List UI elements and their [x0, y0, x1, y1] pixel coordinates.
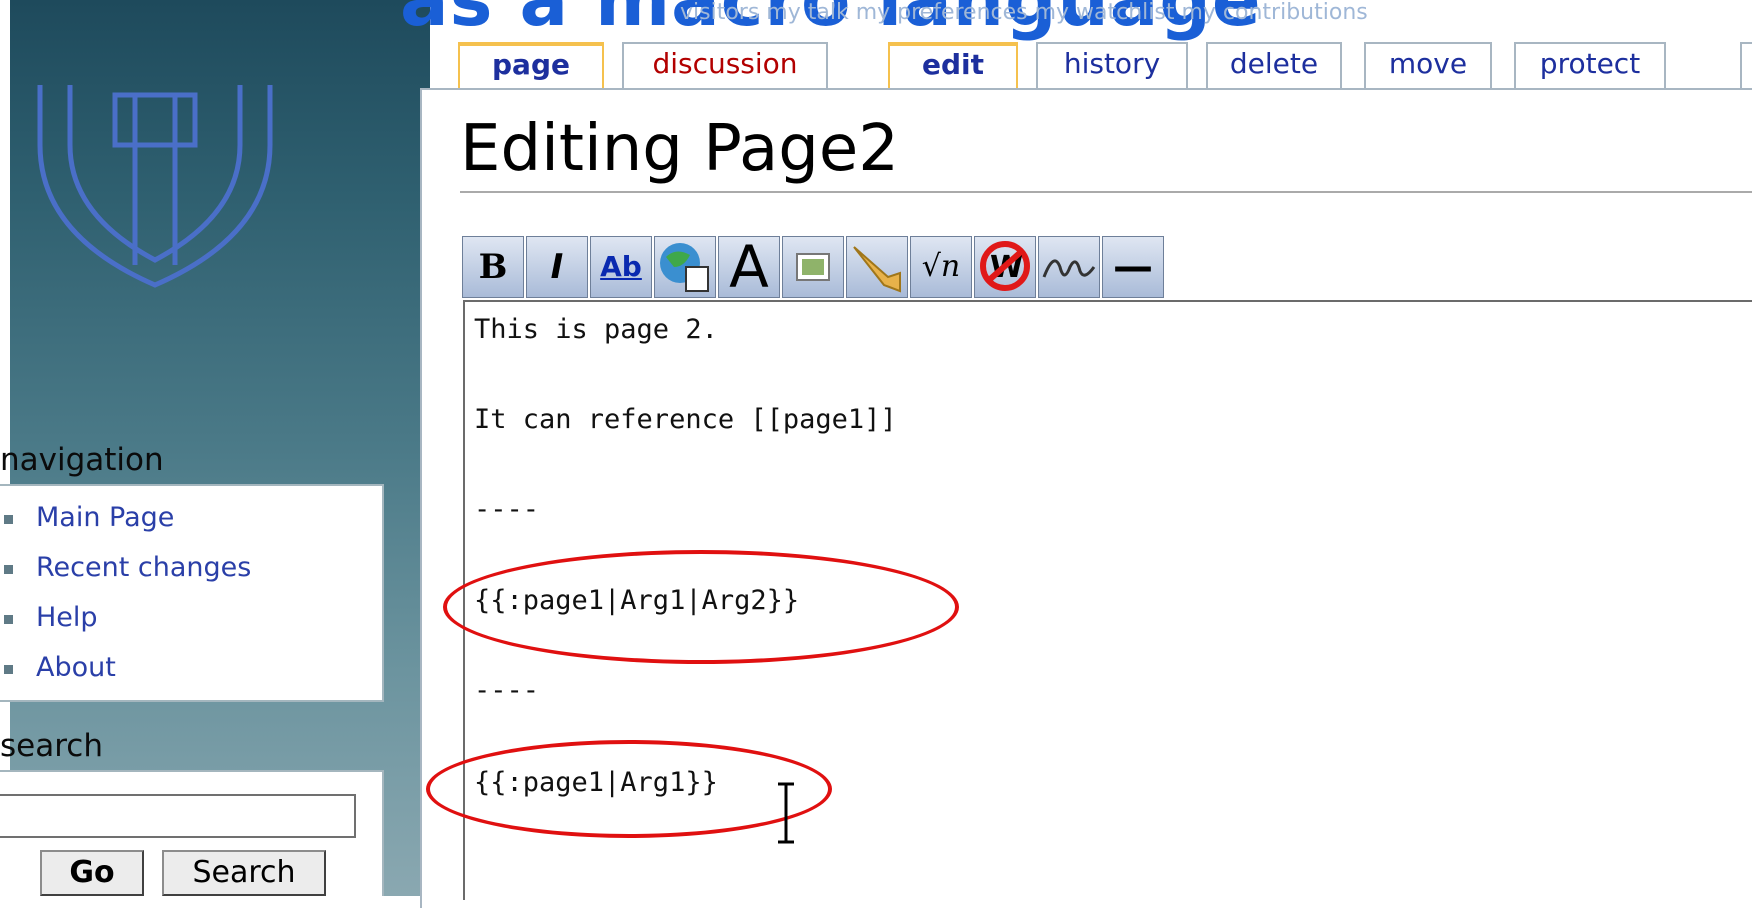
nav-item-main-page[interactable]: Main Page: [0, 502, 382, 552]
signature-button[interactable]: [1038, 236, 1100, 298]
bullet-icon: [4, 615, 13, 624]
navigation-box: Main Page Recent changes Help About: [0, 484, 384, 702]
search-box: Go Search: [0, 770, 384, 896]
internal-link-button[interactable]: Ab: [590, 236, 652, 298]
navigation-title: navigation: [0, 442, 164, 478]
nowiki-button[interactable]: W: [974, 236, 1036, 298]
tab-edit[interactable]: edit: [888, 42, 1018, 90]
wiki-logo[interactable]: [30, 85, 340, 325]
user-links[interactable]: visitors my talk my preferences my watch…: [680, 0, 1368, 25]
nav-item-recent-changes[interactable]: Recent changes: [0, 552, 382, 602]
nav-item-about[interactable]: About: [0, 652, 382, 702]
annotation-ellipse-1: [443, 550, 959, 664]
search-input[interactable]: [0, 794, 356, 838]
no-wiki-icon: W: [980, 241, 1030, 291]
nav-link-recent-changes[interactable]: Recent changes: [36, 552, 251, 583]
image-button[interactable]: [782, 236, 844, 298]
bullet-icon: [4, 565, 13, 574]
bullet-icon: [4, 665, 13, 674]
tab-protect[interactable]: protect: [1514, 42, 1666, 90]
trumpet-icon: [853, 246, 901, 293]
tab-page[interactable]: page: [458, 42, 604, 90]
text-cursor-icon: [778, 782, 794, 844]
tab-delete[interactable]: delete: [1206, 42, 1342, 90]
bold-button[interactable]: B: [462, 236, 524, 298]
nav-item-help[interactable]: Help: [0, 602, 382, 652]
bullet-icon: [4, 515, 13, 524]
nav-link-about[interactable]: About: [36, 652, 116, 683]
tab-discussion[interactable]: discussion: [622, 42, 828, 90]
tab-history[interactable]: history: [1036, 42, 1188, 90]
go-button[interactable]: Go: [40, 850, 144, 896]
editor-line-2: It can reference [[page1]]: [474, 404, 897, 435]
math-button[interactable]: √n: [910, 236, 972, 298]
editor-line-5: ----: [474, 675, 540, 706]
tab-move[interactable]: move: [1364, 42, 1492, 90]
globe-icon: [660, 243, 709, 292]
search-button[interactable]: Search: [162, 850, 326, 896]
media-button[interactable]: [846, 236, 908, 298]
annotation-ellipse-2: [426, 740, 832, 838]
nav-link-help[interactable]: Help: [36, 602, 98, 633]
signature-icon: [1042, 259, 1096, 278]
editor-line-1: This is page 2.: [474, 314, 718, 345]
external-link-button[interactable]: [654, 236, 716, 298]
headline-button[interactable]: A: [718, 236, 780, 298]
page-title: Editing Page2: [460, 112, 899, 186]
nav-link-main-page[interactable]: Main Page: [36, 502, 174, 533]
search-title: search: [0, 728, 103, 764]
heading-divider: [460, 191, 1752, 193]
image-icon: [796, 253, 830, 281]
editor-line-3: ----: [474, 494, 540, 525]
horizontal-line-button[interactable]: —: [1102, 236, 1164, 298]
tab-more[interactable]: [1740, 42, 1752, 90]
italic-button[interactable]: I: [526, 236, 588, 298]
